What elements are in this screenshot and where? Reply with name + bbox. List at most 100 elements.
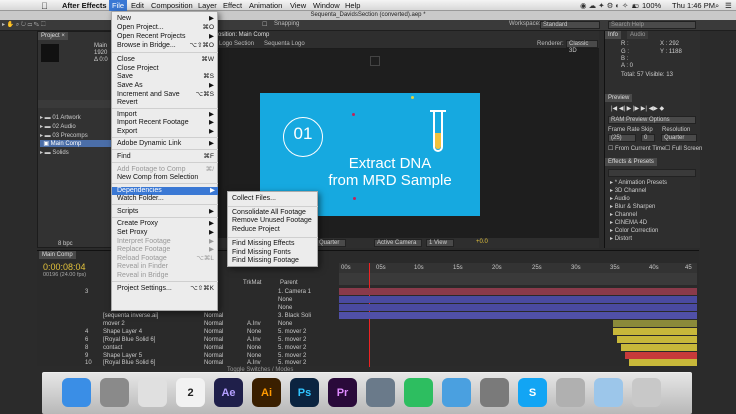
menu-edit[interactable]: Edit <box>131 1 144 10</box>
menu-item-reveal-in-bridge[interactable]: Reveal in Bridge <box>117 272 217 280</box>
menu-composition[interactable]: Composition <box>151 1 193 10</box>
menu-item-increment-and-save[interactable]: Increment and Save ⌥⌘S <box>117 91 217 99</box>
menu-item-create-proxy[interactable]: Create Proxy ▶ <box>117 220 217 228</box>
calendar-icon[interactable]: 2 <box>176 378 205 407</box>
layer-trkmat[interactable]: A.Inv <box>247 320 261 328</box>
breadcrumb-logo-section[interactable]: Logo Section <box>219 41 254 47</box>
effects-item[interactable]: ▸ * Animation Presets <box>610 179 667 186</box>
exposure-value[interactable]: +0.0 <box>476 239 488 245</box>
project-item[interactable]: ▸ ▬ 01 Artwork <box>40 114 110 121</box>
from-current-time-checkbox[interactable]: ☐ From Current Time <box>608 145 665 152</box>
menu-item-replace-footage[interactable]: Replace Footage ▶ <box>117 246 217 254</box>
menu-item-remove-unused-footage[interactable]: Remove Unused Footage <box>232 217 312 225</box>
tab-effects-presets[interactable]: Effects & Presets <box>605 158 657 166</box>
menu-item-open-project[interactable]: Open Project... ⌘O <box>117 24 217 32</box>
menu-window[interactable]: Window <box>313 1 340 10</box>
project-item[interactable]: ▸ ▬ 02 Audio <box>40 123 110 130</box>
skip-input[interactable]: 0 <box>641 134 655 142</box>
time-ruler[interactable]: 00s 05s 10s 15s 20s 25s 30s 35s 40s 45 <box>339 263 697 273</box>
menu-item-find-missing-footage[interactable]: Find Missing Footage <box>232 257 299 265</box>
layer-parent[interactable]: 5. mover 2 <box>278 344 306 352</box>
layer-parent[interactable]: 5. mover 2 <box>278 328 306 336</box>
layer-duration-bar[interactable] <box>621 344 697 351</box>
effects-item[interactable]: ▸ Color Correction <box>610 227 658 234</box>
layer-row[interactable]: [sequenta inverse.ai] Normal 3. Black So… <box>37 312 339 320</box>
app-store-icon[interactable] <box>442 378 471 407</box>
clock[interactable]: Thu 1:46 PM <box>672 1 715 10</box>
layer-mode[interactable]: Normal <box>204 312 223 320</box>
camera-select[interactable]: Active Camera <box>374 239 422 247</box>
layer-row[interactable]: 6 [Royal Blue Solid 6] Normal A.Inv 5. m… <box>37 336 339 344</box>
layer-trkmat[interactable]: None <box>247 328 261 336</box>
layer-parent[interactable]: None <box>278 320 292 328</box>
layer-trkmat[interactable]: A.Inv <box>247 359 261 367</box>
after-effects-icon[interactable]: Ae <box>214 378 243 407</box>
menu-effect[interactable]: Effect <box>223 1 242 10</box>
resolution-select[interactable]: Quarter <box>661 134 697 142</box>
current-timecode[interactable]: 0:00:08:04 <box>43 262 86 272</box>
menu-item-project-settings[interactable]: Project Settings... ⌥⇧⌘K <box>117 285 217 293</box>
layer-row[interactable]: mover 2 Normal A.Inv None <box>37 320 339 328</box>
resolution-select[interactable]: Quarter <box>316 239 346 247</box>
layer-duration-bar[interactable] <box>339 304 697 311</box>
tab-project[interactable]: Project × <box>38 32 68 40</box>
menu-item-new[interactable]: New ▶ <box>117 15 217 23</box>
layer-duration-bar[interactable] <box>613 328 697 335</box>
layer-duration-bar[interactable] <box>339 288 697 295</box>
effects-item[interactable]: ▸ CINEMA 4D <box>610 219 647 226</box>
status-icons[interactable]: ◉ ☁ ✦ ⚙ ◐ ✧ ▲ <box>580 1 638 10</box>
project-item-selected[interactable]: ▣ Main Comp <box>40 140 112 147</box>
contacts-icon[interactable] <box>366 378 395 407</box>
layer-parent[interactable]: 1. Camera 1 <box>278 288 311 296</box>
search-icon[interactable]: ⌕ <box>715 1 719 11</box>
full-screen-checkbox[interactable]: ☐ Full Screen <box>665 145 702 152</box>
layer-parent[interactable]: 5. mover 2 <box>278 359 306 367</box>
illustrator-icon[interactable]: Ai <box>252 378 281 407</box>
layer-row[interactable]: 4 Shape Layer 4 Normal None 5. mover 2 <box>37 328 339 336</box>
menu-item-new-comp-from-selection[interactable]: New Comp from Selection <box>117 174 217 182</box>
layer-duration-bar[interactable] <box>629 359 697 366</box>
layer-parent[interactable]: None <box>278 304 292 312</box>
layer-parent[interactable]: None <box>278 296 292 304</box>
layer-mode[interactable]: Normal <box>204 320 223 328</box>
project-item[interactable]: ▸ ▬ Solids <box>40 149 110 156</box>
layer-row[interactable]: 10 [Royal Blue Solid 6] Normal A.Inv 5. … <box>37 359 339 367</box>
menu-item-reload-footage[interactable]: Reload Footage ⌥⌘L <box>117 255 217 263</box>
effects-search-input[interactable] <box>608 169 696 177</box>
chrome-icon[interactable] <box>138 378 167 407</box>
finder-icon[interactable] <box>62 378 91 407</box>
tab-main-comp-timeline[interactable]: Main Comp <box>39 251 76 259</box>
menu-item-collect-files[interactable]: Collect Files... <box>232 195 276 203</box>
layer-duration-bar[interactable] <box>625 352 697 359</box>
menu-item-open-recent-projects[interactable]: Open Recent Projects ▶ <box>117 33 217 41</box>
app-menu[interactable]: After Effects <box>62 1 107 10</box>
breadcrumb-sequenta-logo[interactable]: Sequenta Logo <box>264 41 305 47</box>
menu-item-save-as[interactable]: Save As ▶ <box>117 82 217 90</box>
layer-duration-bar[interactable] <box>339 296 697 303</box>
work-area-bar[interactable] <box>339 273 697 285</box>
effects-item[interactable]: ▸ Channel <box>610 211 637 218</box>
project-item[interactable]: ▸ ▬ 03 Precomps <box>40 132 110 139</box>
system-preferences-icon[interactable] <box>480 378 509 407</box>
apple-icon[interactable]:  <box>41 1 48 11</box>
ram-preview-select[interactable]: RAM Preview Options <box>608 116 696 124</box>
menu-item-import-recent-footage[interactable]: Import Recent Footage ▶ <box>117 119 217 127</box>
menu-item-add-footage-to-comp[interactable]: Add Footage to Comp ⌘/ <box>117 166 217 174</box>
layer-parent[interactable]: 5. mover 2 <box>278 336 306 344</box>
battery-icon[interactable]: ▭ <box>632 1 639 10</box>
menu-item-watch-folder[interactable]: Watch Folder... <box>117 195 217 203</box>
menu-item-revert[interactable]: Revert <box>117 99 217 107</box>
layer-duration-bar[interactable] <box>339 312 697 319</box>
menu-item-interpret-footage[interactable]: Interpret Footage ▶ <box>117 238 217 246</box>
frame-rate-select[interactable]: (25) <box>608 134 636 142</box>
snapping-checkbox[interactable]: ☐ <box>262 21 267 28</box>
menu-item-find-missing-fonts[interactable]: Find Missing Fonts <box>232 249 291 257</box>
tab-main-comp[interactable]: osition: Main Comp <box>218 32 269 38</box>
preview-controls[interactable]: |◀ ◀| ▶ |▶ ▶| ◀▶ ◆ <box>611 105 664 112</box>
launchpad-icon[interactable] <box>100 378 129 407</box>
layer-mode[interactable]: Normal <box>204 328 223 336</box>
layer-duration-bar[interactable] <box>613 320 697 327</box>
layer-row[interactable]: 8 contact Normal None 5. mover 2 <box>37 344 339 352</box>
menu-item-find[interactable]: Find ⌘F <box>117 153 217 161</box>
menu-item-reveal-in-finder[interactable]: Reveal in Finder <box>117 263 217 271</box>
